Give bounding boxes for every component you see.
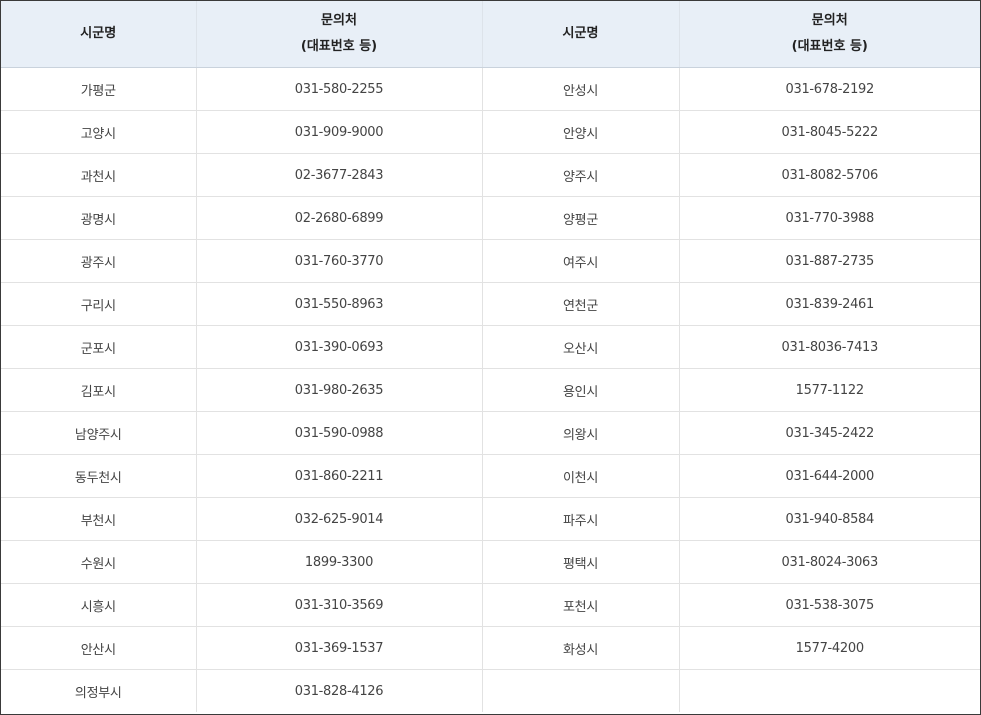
phone-cell: 031-940-8584 (679, 497, 980, 541)
table-row: 안산시 031-369-1537 화성시 1577-4200 (1, 626, 980, 670)
phone-cell: 031-839-2461 (679, 282, 980, 326)
header-contact-left: 문의처 (대표번호 등) (196, 1, 483, 68)
region-name-cell: 안산시 (1, 626, 197, 670)
region-name-cell (482, 669, 680, 712)
table-header: 시군명 문의처 (대표번호 등) 시군명 문의처 (대표번호 등) (1, 1, 980, 68)
header-row: 시군명 문의처 (대표번호 등) 시군명 문의처 (대표번호 등) (1, 1, 980, 68)
region-name-cell: 이천시 (482, 454, 680, 498)
phone-cell: 02-2680-6899 (196, 196, 483, 240)
region-name-cell: 과천시 (1, 153, 197, 197)
region-name-cell: 광명시 (1, 196, 197, 240)
phone-cell: 031-644-2000 (679, 454, 980, 498)
region-name-cell: 가평군 (1, 67, 197, 111)
table-row: 의정부시 031-828-4126 (1, 669, 980, 713)
contact-table-container: 시군명 문의처 (대표번호 등) 시군명 문의처 (대표번호 등) 가평군 031… (0, 0, 981, 715)
region-name-cell: 용인시 (482, 368, 680, 412)
phone-cell (679, 670, 980, 713)
phone-cell: 031-828-4126 (196, 669, 483, 712)
region-name-cell: 부천시 (1, 497, 197, 541)
phone-cell: 031-538-3075 (679, 583, 980, 627)
phone-cell: 031-390-0693 (196, 325, 483, 369)
phone-cell: 031-678-2192 (679, 67, 980, 111)
region-name-cell: 고양시 (1, 110, 197, 154)
table-row: 광주시 031-760-3770 여주시 031-887-2735 (1, 239, 980, 283)
phone-cell: 031-8045-5222 (679, 110, 980, 154)
phone-cell: 031-980-2635 (196, 368, 483, 412)
region-name-cell: 구리시 (1, 282, 197, 326)
region-name-cell: 연천군 (482, 282, 680, 326)
header-contact-right: 문의처 (대표번호 등) (679, 1, 980, 68)
contact-table: 시군명 문의처 (대표번호 등) 시군명 문의처 (대표번호 등) 가평군 031… (1, 1, 980, 712)
region-name-cell: 의정부시 (1, 669, 197, 712)
phone-cell: 031-369-1537 (196, 626, 483, 670)
region-name-cell: 동두천시 (1, 454, 197, 498)
phone-cell: 02-3677-2843 (196, 153, 483, 197)
table-row: 부천시 032-625-9014 파주시 031-940-8584 (1, 497, 980, 541)
region-name-cell: 오산시 (482, 325, 680, 369)
region-name-cell: 파주시 (482, 497, 680, 541)
table-row: 수원시 1899-3300 평택시 031-8024-3063 (1, 540, 980, 584)
phone-cell: 031-770-3988 (679, 196, 980, 240)
table-row: 시흥시 031-310-3569 포천시 031-538-3075 (1, 583, 980, 627)
phone-cell: 031-8036-7413 (679, 325, 980, 369)
region-name-cell: 안성시 (482, 67, 680, 111)
phone-cell: 031-860-2211 (196, 454, 483, 498)
header-region-right: 시군명 (482, 1, 680, 68)
table-row: 구리시 031-550-8963 연천군 031-839-2461 (1, 282, 980, 326)
phone-cell: 031-760-3770 (196, 239, 483, 283)
phone-cell: 032-625-9014 (196, 497, 483, 541)
header-region-left: 시군명 (1, 1, 197, 68)
region-name-cell: 안양시 (482, 110, 680, 154)
table-row: 고양시 031-909-9000 안양시 031-8045-5222 (1, 110, 980, 154)
phone-cell: 031-590-0988 (196, 411, 483, 455)
table-row: 광명시 02-2680-6899 양평군 031-770-3988 (1, 196, 980, 240)
phone-cell: 031-580-2255 (196, 67, 483, 111)
header-contact-title: 문의처 (811, 13, 848, 28)
phone-cell: 031-8082-5706 (679, 153, 980, 197)
table-row: 김포시 031-980-2635 용인시 1577-1122 (1, 368, 980, 412)
region-name-cell: 광주시 (1, 239, 197, 283)
region-name-cell: 남양주시 (1, 411, 197, 455)
phone-cell: 1577-1122 (679, 368, 980, 412)
header-contact-title: 문의처 (321, 13, 357, 28)
phone-cell: 031-310-3569 (196, 583, 483, 627)
table-row: 군포시 031-390-0693 오산시 031-8036-7413 (1, 325, 980, 369)
region-name-cell: 의왕시 (482, 411, 680, 455)
phone-cell: 031-909-9000 (196, 110, 483, 154)
region-name-cell: 포천시 (482, 583, 680, 627)
table-row: 가평군 031-580-2255 안성시 031-678-2192 (1, 67, 980, 111)
region-name-cell: 군포시 (1, 325, 197, 369)
region-name-cell: 여주시 (482, 239, 680, 283)
table-body: 가평군 031-580-2255 안성시 031-678-2192 고양시 031-909… (1, 67, 980, 713)
region-name-cell: 수원시 (1, 540, 197, 584)
header-contact-subtitle: (대표번호 등) (300, 39, 378, 54)
region-name-cell: 화성시 (482, 626, 680, 670)
phone-cell: 1899-3300 (196, 540, 483, 584)
region-name-cell: 평택시 (482, 540, 680, 584)
header-contact-subtitle: (대표번호 등) (791, 39, 868, 54)
phone-cell: 031-550-8963 (196, 282, 483, 326)
region-name-cell: 양주시 (482, 153, 680, 197)
phone-cell: 1577-4200 (679, 626, 980, 670)
table-row: 남양주시 031-590-0988 의왕시 031-345-2422 (1, 411, 980, 455)
phone-cell: 031-887-2735 (679, 239, 980, 283)
region-name-cell: 시흥시 (1, 583, 197, 627)
table-row: 과천시 02-3677-2843 양주시 031-8082-5706 (1, 153, 980, 197)
region-name-cell: 김포시 (1, 368, 197, 412)
region-name-cell: 양평군 (482, 196, 680, 240)
table-row: 동두천시 031-860-2211 이천시 031-644-2000 (1, 454, 980, 498)
phone-cell: 031-8024-3063 (679, 540, 980, 584)
phone-cell: 031-345-2422 (679, 411, 980, 455)
